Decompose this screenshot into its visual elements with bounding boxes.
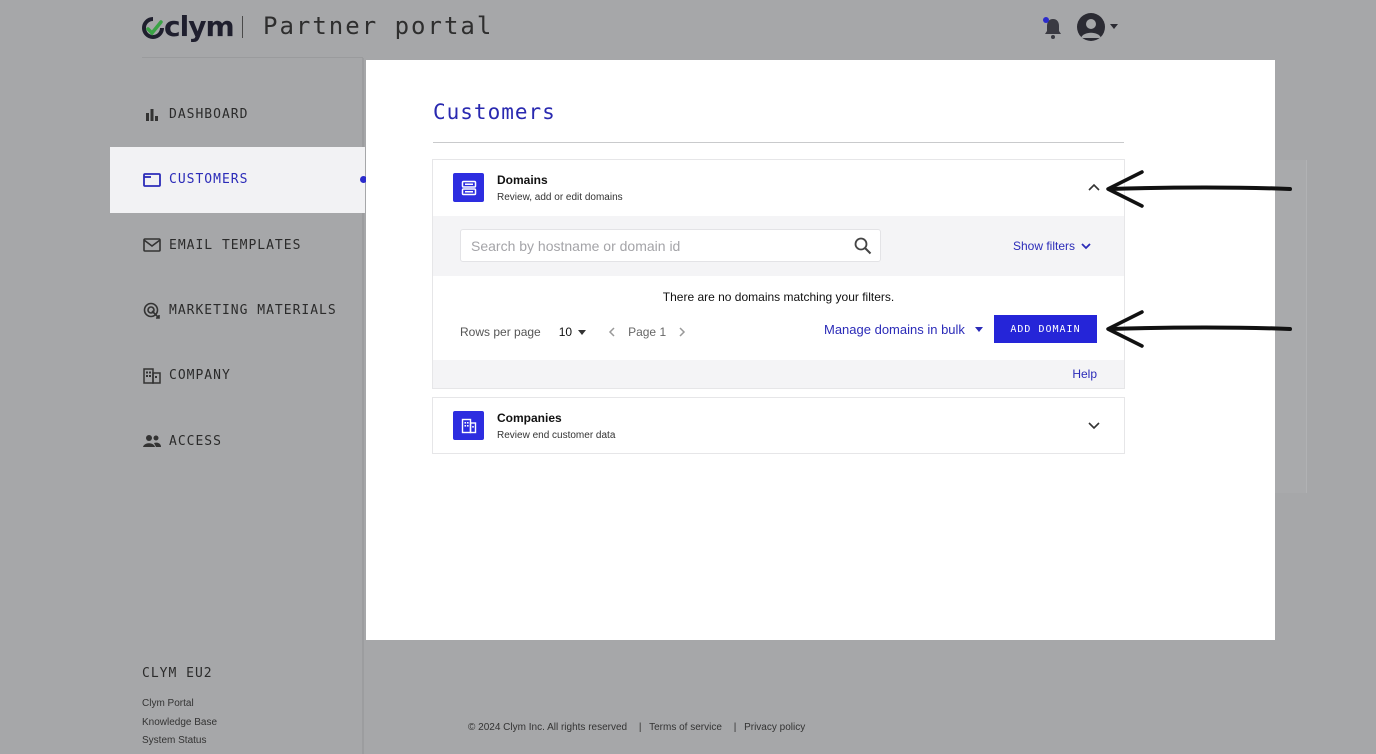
- sidebar-item-label: ACCESS: [169, 433, 222, 449]
- manage-bulk-label: Manage domains in bulk: [824, 322, 965, 337]
- domain-search-input[interactable]: [471, 236, 841, 256]
- search-icon[interactable]: [854, 237, 872, 255]
- annotation-arrow-icon: [1106, 310, 1292, 348]
- chevron-right-icon[interactable]: [678, 327, 686, 337]
- sidebar-item-marketing-materials[interactable]: MARKETING MATERIALS: [110, 278, 365, 343]
- brand-name: clym: [164, 10, 235, 43]
- bar-chart-icon: [143, 106, 161, 124]
- user-avatar-icon: [1081, 19, 1101, 38]
- dropdown-caret-icon: [578, 329, 587, 335]
- rows-per-page-label: Rows per page: [460, 325, 541, 339]
- sidebar-item-label: COMPANY: [169, 368, 231, 384]
- sidebar-item-label: EMAIL TEMPLATES: [169, 237, 302, 253]
- environment-label: CLYM EU2: [142, 666, 213, 681]
- user-menu-chevron-icon[interactable]: [1110, 24, 1118, 29]
- sidebar-item-access[interactable]: ACCESS: [110, 408, 365, 473]
- people-icon: [143, 432, 161, 450]
- sidebar-links: Clym Portal Knowledge Base System Status: [142, 695, 217, 751]
- domains-card-header[interactable]: Domains Review, add or edit domains: [433, 160, 1124, 216]
- chevron-down-icon[interactable]: [1088, 422, 1100, 430]
- building-icon: [143, 367, 161, 385]
- knowledge-base-link[interactable]: Knowledge Base: [142, 714, 217, 733]
- rows-per-page-select[interactable]: 10: [558, 325, 587, 339]
- show-filters-button[interactable]: Show filters: [1013, 239, 1091, 253]
- portal-title: Partner portal: [263, 12, 494, 40]
- manage-bulk-dropdown[interactable]: Manage domains in bulk: [824, 322, 983, 337]
- terms-link[interactable]: Terms of service: [649, 722, 722, 733]
- title-divider: [433, 142, 1124, 143]
- footer: © 2024 Clym Inc. All rights reserved | T…: [468, 722, 809, 733]
- sidebar-item-label: CUSTOMERS: [169, 172, 249, 188]
- target-icon: [143, 302, 161, 320]
- system-status-link[interactable]: System Status: [142, 732, 217, 751]
- chevron-left-icon[interactable]: [608, 327, 616, 337]
- clym-logo[interactable]: clym: [142, 10, 235, 43]
- sidebar-nav: DASHBOARD CUSTOMERS EMAIL TEMPLATES MARK…: [110, 82, 367, 474]
- folder-icon: [143, 171, 161, 189]
- domains-filter-bar: Show filters: [433, 216, 1124, 276]
- rows-per-page-value: 10: [558, 325, 573, 339]
- user-avatar[interactable]: [1077, 13, 1105, 41]
- chevron-up-icon[interactable]: [1088, 183, 1100, 191]
- companies-subtitle: Review end customer data: [497, 430, 616, 441]
- companies-card: Companies Review end customer data: [433, 398, 1124, 453]
- sidebar-item-customers[interactable]: CUSTOMERS: [110, 147, 367, 213]
- building-icon: [453, 411, 484, 440]
- privacy-link[interactable]: Privacy policy: [744, 722, 805, 733]
- sidebar-item-label: DASHBOARD: [169, 107, 249, 123]
- copyright-text: © 2024 Clym Inc. All rights reserved: [468, 722, 628, 733]
- companies-card-header[interactable]: Companies Review end customer data: [433, 398, 1124, 454]
- domain-search-box: [460, 229, 881, 262]
- mail-icon: [143, 236, 161, 254]
- dropdown-caret-icon: [974, 327, 983, 332]
- empty-state-message: There are no domains matching your filte…: [662, 290, 895, 304]
- companies-title: Companies: [497, 411, 562, 425]
- domains-subtitle: Review, add or edit domains: [497, 192, 623, 203]
- add-domain-button[interactable]: ADD DOMAIN: [994, 315, 1097, 343]
- clym-portal-link[interactable]: Clym Portal: [142, 695, 217, 714]
- page-indicator: Page 1: [628, 325, 667, 339]
- header-divider: [242, 16, 243, 38]
- sidebar-item-label: MARKETING MATERIALS: [169, 303, 337, 319]
- top-bar: clym Partner portal: [0, 0, 1376, 58]
- sidebar-item-email-templates[interactable]: EMAIL TEMPLATES: [110, 213, 365, 278]
- domains-card: Domains Review, add or edit domains Show…: [433, 160, 1124, 388]
- footer-separator: |: [733, 722, 737, 733]
- clym-logo-icon: [142, 17, 164, 39]
- header-sidebar-divider: [142, 57, 363, 58]
- chevron-down-icon: [1081, 242, 1091, 249]
- page-title: Customers: [433, 100, 556, 124]
- pagination: Rows per page 10 Page 1: [460, 322, 698, 342]
- footer-separator: |: [638, 722, 642, 733]
- sidebar-item-company[interactable]: COMPANY: [110, 343, 365, 408]
- show-filters-label: Show filters: [1013, 239, 1076, 253]
- notification-bell-icon[interactable]: [1042, 16, 1064, 40]
- server-icon: [453, 173, 484, 202]
- help-row: Help: [433, 360, 1124, 388]
- domains-title: Domains: [497, 173, 548, 187]
- annotation-arrow-icon: [1106, 170, 1292, 208]
- sidebar-item-dashboard[interactable]: DASHBOARD: [110, 82, 365, 147]
- help-link[interactable]: Help: [1072, 367, 1097, 381]
